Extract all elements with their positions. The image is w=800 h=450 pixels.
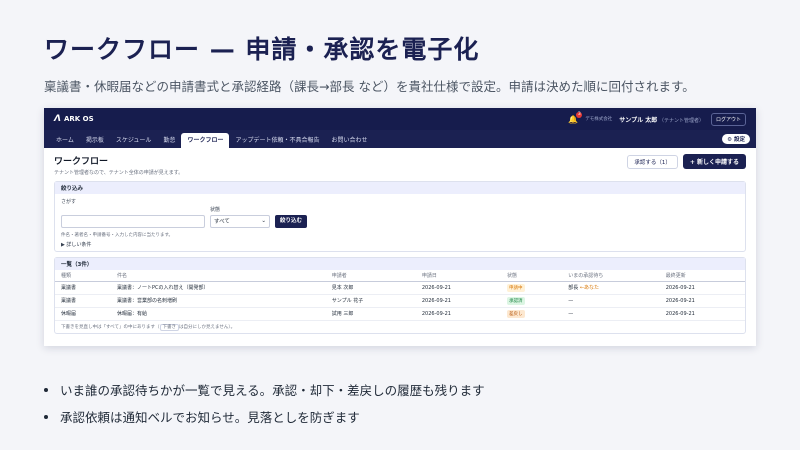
bullet-item: 承認依頼は通知ベルでお知らせ。見落としを防ぎます [44,407,485,426]
slide-subtitle: 稟議書・休暇届などの申請書式と承認経路（課長→部長 など）を貴社仕様で設定。申請… [44,79,695,94]
logo-icon: Λ [54,114,61,124]
list-title: 一覧（3件） [55,257,745,270]
cell-waiting: — [568,297,574,304]
table-row[interactable]: 休暇届 休暇届：有給 試用 三郎 2026-09-21 差戻し — 2026-0… [55,307,745,321]
search-hint: 件名・著者名・申請番号・入力した内容に当たります。 [61,232,174,238]
nav-item-home[interactable]: ホーム [50,133,80,148]
filter-panel: 絞り込み さがす 状態 すべて ⌄ 絞り込む 件名・著者名・申請番号・入力した内… [54,181,746,252]
notification-count-badge: 3 [576,111,583,118]
nav-item-workflow[interactable]: ワークフロー [181,133,230,148]
app-logo[interactable]: Λ ARK OS [54,114,94,124]
cell-date: 2026-09-21 [415,281,502,295]
table-row[interactable]: 稟議書 稟議書：営業部の名刺増刷 サンプル 花子 2026-09-21 承認済 … [55,294,745,308]
slide-title: ワークフロー — 申請・承認を電子化 [44,35,480,64]
cell-applicant: サンプル 花子 [325,294,416,308]
status-badge: 申請中 [507,283,525,292]
request-list-panel: 一覧（3件） 種類 件名 申請者 申請日 状態 いまの承認待ち 最終更新 稟議書… [54,256,746,334]
chevron-down-icon: ⌄ [261,218,266,224]
cell-type: 休暇届 [55,307,112,321]
app-screenshot: Λ ARK OS 🔔 3 デモ株式会社 サンプル 太郎 （テナント管理者） ログア… [44,108,756,346]
bullet-item: いま誰の承認待ちかが一覧で見える。承認・却下・差戻しの履歴も残ります [44,380,485,399]
status-select[interactable]: すべて ⌄ [210,214,270,228]
gear-icon: ⚙ [727,137,733,143]
page-content: ワークフロー テナント管理者なので、テナント全体の申請が見えます。 承認する（1… [44,148,756,340]
you-indicator: ←あなた [579,285,600,291]
logo-text: ARK OS [63,115,94,123]
company-name: デモ株式会社 [585,117,613,122]
cell-applicant: 試用 三郎 [325,307,416,321]
cell-type: 稟議書 [55,281,112,295]
nav-item-update-request[interactable]: アップデート依頼・不具合報告 [229,133,325,148]
new-request-button[interactable]: + 新しく申請する [682,154,746,169]
column-header: 状態 [501,269,563,282]
cell-updated: 2026-09-21 [659,294,745,308]
cell-applicant: 見本 次郎 [325,281,416,295]
search-input[interactable] [61,214,205,228]
nav-item-attendance[interactable]: 勤怠 [157,133,181,148]
nav-item-board[interactable]: 掲示板 [80,133,110,148]
column-header: 申請者 [325,269,416,282]
cell-date: 2026-09-21 [415,294,502,308]
nav-item-schedule[interactable]: スケジュール [110,133,158,148]
approve-button[interactable]: 承認する（1） [627,154,678,169]
table-header-row: 種類 件名 申請者 申請日 状態 いまの承認待ち 最終更新 [55,269,745,282]
status-label: 状態 [210,206,221,213]
cell-waiting: 部長 [568,285,579,291]
draft-chip: 下書き [159,323,180,331]
column-header: いまの承認待ち [562,269,660,282]
cell-date: 2026-09-21 [415,307,502,321]
column-header: 種類 [55,269,112,282]
nav-item-contact[interactable]: お問い合わせ [325,133,373,148]
logout-button[interactable]: ログアウト [710,112,746,126]
notification-bell-icon[interactable]: 🔔 3 [568,111,583,124]
bullet-dot-icon [44,414,48,419]
cell-type: 稟議書 [55,294,112,308]
column-header: 件名 [111,269,326,282]
request-table: 種類 件名 申請者 申請日 状態 いまの承認待ち 最終更新 稟議書 稟議書：ノー… [55,269,745,321]
main-nav: ホーム 掲示板 スケジュール 勤怠 ワークフロー アップデート依頼・不具合報告 … [44,130,756,148]
user-name: サンプル 太郎 [619,116,658,124]
cell-updated: 2026-09-21 [659,281,745,295]
table-note: 下書きを見直し中は「すべて」の中にあります（ 下書き は自分にしか見えません）。 [61,323,236,331]
settings-button[interactable]: ⚙ 設定 [722,134,750,144]
filter-panel-title: 絞り込み [55,182,745,194]
advanced-filter-toggle[interactable]: ▶ 詳しい条件 [61,241,739,248]
table-row[interactable]: 稟議書 稟議書：ノートPCの入れ替え（開発部） 見本 次郎 2026-09-21… [55,281,745,295]
filter-button[interactable]: 絞り込む [275,214,308,228]
bullet-dot-icon [44,387,48,392]
user-role: （テナント管理者） [658,117,704,124]
bullet-list: いま誰の承認待ちかが一覧で見える。承認・却下・差戻しの履歴も残ります 承認依頼は… [44,380,485,434]
column-header: 最終更新 [659,269,745,282]
cell-updated: 2026-09-21 [659,307,745,321]
page-description: テナント管理者なので、テナント全体の申請が見えます。 [54,170,184,176]
status-badge: 差戻し [507,309,525,318]
cell-waiting: — [568,310,574,317]
cell-subject[interactable]: 休暇届：有給 [111,307,326,321]
status-badge: 承認済 [507,296,525,305]
app-topbar: Λ ARK OS 🔔 3 デモ株式会社 サンプル 太郎 （テナント管理者） ログア… [44,108,756,130]
column-header: 申請日 [415,269,502,282]
search-label: さがす [61,199,77,205]
cell-subject[interactable]: 稟議書：営業部の名刺増刷 [111,294,326,308]
page-title: ワークフロー [54,157,109,167]
cell-subject[interactable]: 稟議書：ノートPCの入れ替え（開発部） [111,281,326,295]
